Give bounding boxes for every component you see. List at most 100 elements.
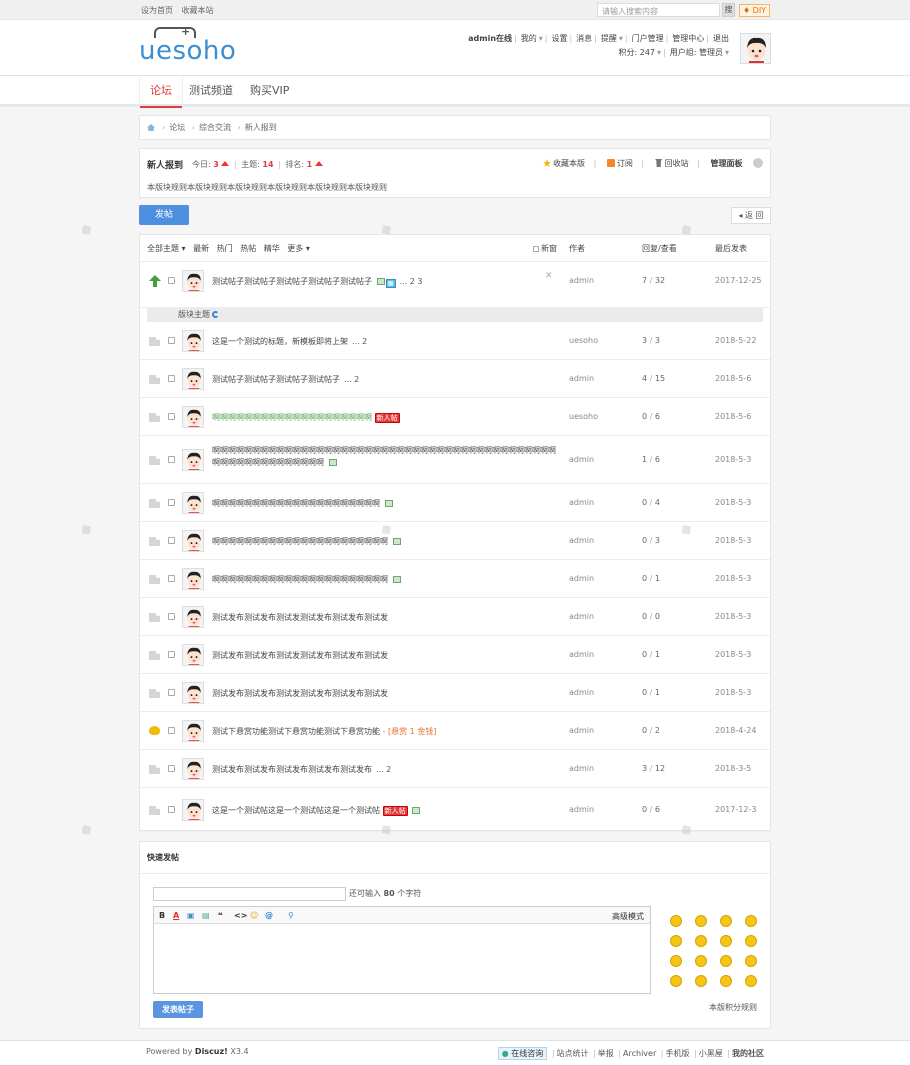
last-post-date[interactable]: 2017-12-3 [715,805,756,814]
thread-title[interactable]: 啊啊啊啊啊啊啊啊啊啊啊啊啊啊啊啊啊啊啊啊啊 [212,499,380,508]
author-avatar[interactable] [182,270,204,292]
author-avatar[interactable] [182,368,204,390]
thread-author[interactable]: admin [569,612,594,621]
thread-checkbox[interactable] [168,537,175,544]
thread-title[interactable]: 测试发布测试发布测试发测试发布测试发布测试发 [212,689,388,698]
thread-checkbox[interactable] [168,456,175,463]
last-post-date[interactable]: 2018-5-3 [715,612,751,621]
last-post-date[interactable]: 2018-5-6 [715,412,751,421]
smiley-icon[interactable] [695,955,707,967]
thread-author[interactable]: admin [569,374,594,383]
last-post-date[interactable]: 2018-5-3 [715,455,751,464]
thread-row[interactable]: 这是一个测试帖这是一个测试帖这是一个测试帖 新人帖 admin 0 / 6 2017… [140,788,770,832]
portal-admin-link[interactable]: 门户管理 [632,34,664,43]
last-post-date[interactable]: 2018-4-24 [715,726,756,735]
thread-author[interactable]: admin [569,764,594,773]
quote-button[interactable]: ❝ [218,911,223,920]
last-post-date[interactable]: 2018-5-3 [715,650,751,659]
logout-link[interactable]: 退出 [713,34,729,43]
author-avatar[interactable] [182,406,204,428]
author-avatar[interactable] [182,330,204,352]
thread-row[interactable]: 啊啊啊啊啊啊啊啊啊啊啊啊啊啊啊啊啊啊啊啊啊啊啊啊啊啊啊啊啊啊啊啊啊啊啊啊啊啊啊啊… [140,436,770,484]
thread-title[interactable]: 测试帖子测试帖子测试帖子测试帖子 [212,375,340,384]
archiver-link[interactable]: Archiver [623,1049,656,1058]
thread-checkbox[interactable] [168,689,175,696]
smiley-icon[interactable] [720,955,732,967]
thread-title-wrap[interactable]: 啊 [316,458,324,467]
thread-author[interactable]: admin [569,276,594,285]
thread-author[interactable]: admin [569,498,594,507]
last-post-date[interactable]: 2018-5-3 [715,536,751,545]
last-post-date[interactable]: 2018-5-3 [715,574,751,583]
search-input[interactable]: 请输入搜索内容 [597,3,720,17]
image-button[interactable]: ▣ [187,911,195,920]
smiley-button[interactable]: ☺ [250,911,258,920]
smiley-icon[interactable] [745,935,757,947]
crumb-forum[interactable]: 论坛 [169,123,185,132]
font-color-button[interactable]: A [173,911,179,920]
favorite-forum[interactable]: 收藏本版 [543,159,585,168]
thread-row[interactable]: 啊啊啊啊啊啊啊啊啊啊啊啊啊啊啊啊啊啊啊啊啊 admin 0 / 4 2018-5-3 [140,484,770,522]
thread-checkbox[interactable] [168,499,175,506]
quick-title-input[interactable] [153,887,346,901]
submit-post-button[interactable]: 发表帖子 [153,1001,203,1018]
smiley-icon[interactable] [670,915,682,927]
credits-link[interactable]: 积分: 247 [619,48,656,57]
thread-author[interactable]: admin [569,650,594,659]
report-link[interactable]: 举报 [598,1049,614,1058]
smiley-icon[interactable] [745,975,757,987]
online-consult-button[interactable]: ● 在线咨询 [497,1047,548,1060]
smiley-icon[interactable] [720,975,732,987]
thread-title[interactable]: 啊啊啊啊啊啊啊啊啊啊啊啊啊啊啊啊啊啊啊啊啊啊 [212,537,388,546]
subscribe-forum[interactable]: 订阅 [606,159,633,168]
credit-rules-link[interactable]: 本版积分规则 [709,1002,757,1013]
page-links[interactable]: ... 2 [376,765,391,774]
new-window-toggle[interactable]: 新窗 [533,235,557,262]
filter-latest[interactable]: 最新 [193,244,209,253]
smiley-icon[interactable] [720,935,732,947]
thread-row[interactable]: 测试发布测试发布测试发测试发布测试发布测试发 admin 0 / 1 2018-5-3 [140,674,770,712]
thread-checkbox[interactable] [168,651,175,658]
crumb-newcomers[interactable]: 新人报到 [245,123,277,132]
thread-author[interactable]: admin [569,805,594,814]
thread-checkbox[interactable] [168,727,175,734]
thread-checkbox[interactable] [168,277,175,284]
crumb-general[interactable]: 综合交流 [199,123,231,132]
collapse-icon[interactable] [753,158,763,168]
attach-button[interactable]: ⚲ [288,911,294,920]
thread-checkbox[interactable] [168,337,175,344]
stats-link[interactable]: 站点统计 [557,1049,589,1058]
filter-digest[interactable]: 精华 [264,244,280,253]
thread-author[interactable]: admin [569,574,594,583]
thread-title[interactable]: 这是一个测试的标题，新模板即将上架 [212,337,348,346]
smiley-icon[interactable] [745,915,757,927]
home-icon[interactable] [147,124,155,131]
settings-link[interactable]: 设置 [551,34,567,43]
author-avatar[interactable] [182,568,204,590]
thread-row[interactable]: 这是一个测试的标题，新模板即将上架 ... 2 uesoho 3 / 3 2018-5-… [140,322,770,360]
thread-row[interactable]: 测试下悬赏功能测试下悬赏功能测试下悬赏功能 - [悬赏 1 金钱] admin 0 … [140,712,770,750]
thread-author[interactable]: admin [569,688,594,697]
set-home-link[interactable]: 设为首页 [141,6,173,15]
thread-title[interactable]: 测试发布测试发布测试发测试发布测试发布测试发 [212,651,388,660]
smiley-icon[interactable] [670,955,682,967]
author-avatar[interactable] [182,758,204,780]
page-links[interactable]: ... 2 3 [400,277,423,286]
thread-author[interactable]: admin [569,455,594,464]
thread-row[interactable]: 测试帖子测试帖子测试帖子测试帖子 ... 2 admin 4 / 15 2018-5-6 [140,360,770,398]
author-avatar[interactable] [182,720,204,742]
back-button[interactable]: ◂ 返 回 [731,207,771,224]
thread-row[interactable]: 测试发布测试发布测试发布测试发布测试发布 ... 2 admin 3 / 12 2018… [140,750,770,788]
smiley-icon[interactable] [695,975,707,987]
filter-hotthread[interactable]: 热帖 [240,244,256,253]
thread-row[interactable]: 测试帖子测试帖子测试帖子测试帖子测试帖子 ▦ ... 2 3 ✕ admin 7 / 3… [140,262,770,308]
author-avatar[interactable] [182,530,204,552]
notify-link[interactable]: 提醒 [601,34,617,43]
smiley-icon[interactable] [745,955,757,967]
thread-checkbox[interactable] [168,575,175,582]
last-post-date[interactable]: 2017-12-25 [715,276,762,285]
last-post-date[interactable]: 2018-3-5 [715,764,751,773]
refresh-icon[interactable] [212,311,219,318]
filter-all[interactable]: 全部主题 ▾ [147,244,186,253]
thread-row[interactable]: 测试发布测试发布测试发测试发布测试发布测试发 admin 0 / 0 2018-5-3 [140,598,770,636]
